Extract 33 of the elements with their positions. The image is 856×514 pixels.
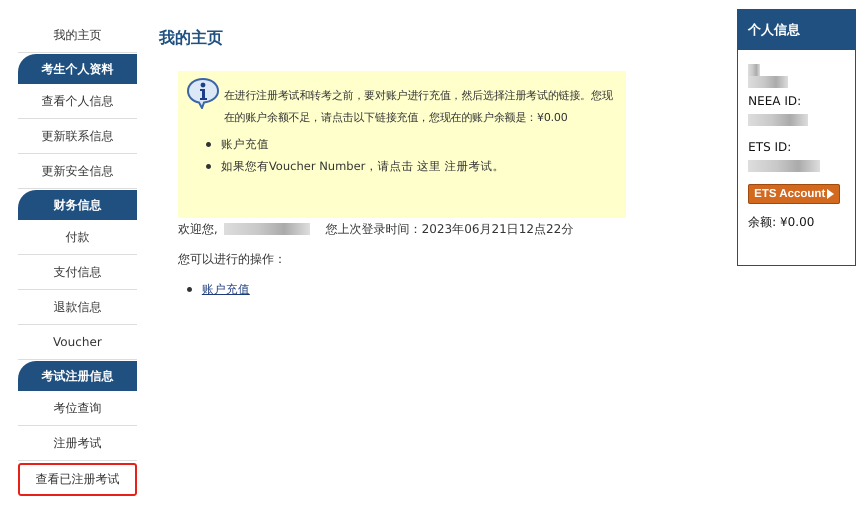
sidebar-item[interactable]: 查看已注册考试 <box>18 463 137 496</box>
blurred-id-mark <box>748 114 808 126</box>
sidebar-item[interactable]: 退款信息 <box>18 290 137 325</box>
sidebar-header: 考试注册信息 <box>18 361 137 391</box>
sidebar-header: 考生个人资料 <box>18 54 137 84</box>
sidebar-item[interactable]: 更新安全信息 <box>18 154 137 189</box>
page-title: 我的主页 <box>158 28 224 49</box>
notice-item: 账户充值 <box>220 136 269 152</box>
sidebar-item[interactable]: 查看个人信息 <box>18 84 137 119</box>
notice-message: 在进行注册考试和转考之前，要对账户进行充值，然后选择注册考试的链接。您现在的账户余额不足，请点击以下链接充值，您现在的账户余额是：¥0.00 <box>224 88 614 126</box>
neea-id-label: NEEA ID: <box>748 94 802 108</box>
bullet-icon <box>206 164 211 168</box>
ets-id-label: ETS ID: <box>748 140 792 154</box>
actions-label: 您可以进行的操作： <box>178 251 287 268</box>
sidebar-header: 财务信息 <box>18 190 137 220</box>
sidebar-item[interactable]: Voucher <box>18 325 137 360</box>
sidebar-item[interactable]: 付款 <box>18 220 137 255</box>
sidebar-item[interactable]: 更新联系信息 <box>18 119 137 154</box>
last-login-text: 您上次登录时间：2023年06月21日12点22分 <box>326 220 574 238</box>
play-icon <box>827 189 834 199</box>
bullet-icon <box>186 286 192 292</box>
sidebar-item[interactable]: 我的主页 <box>18 18 137 53</box>
ets-account-button[interactable]: ETS Account <box>748 184 840 204</box>
panel-title: 个人信息 <box>738 10 855 50</box>
sidebar-item[interactable]: 注册考试 <box>18 426 137 461</box>
notice-item: 如果您有Voucher Number，请点击 这里 注册考试。 <box>220 158 505 174</box>
welcome-text: 欢迎您, <box>178 220 218 238</box>
sidebar-item[interactable]: 考位查询 <box>18 391 137 426</box>
sidebar-item[interactable]: 支付信息 <box>18 255 137 290</box>
info-icon <box>186 77 220 109</box>
bullet-icon <box>206 142 211 146</box>
balance-text: 余额: ¥0.00 <box>748 214 814 231</box>
recharge-link[interactable]: 账户充值 <box>202 282 250 296</box>
